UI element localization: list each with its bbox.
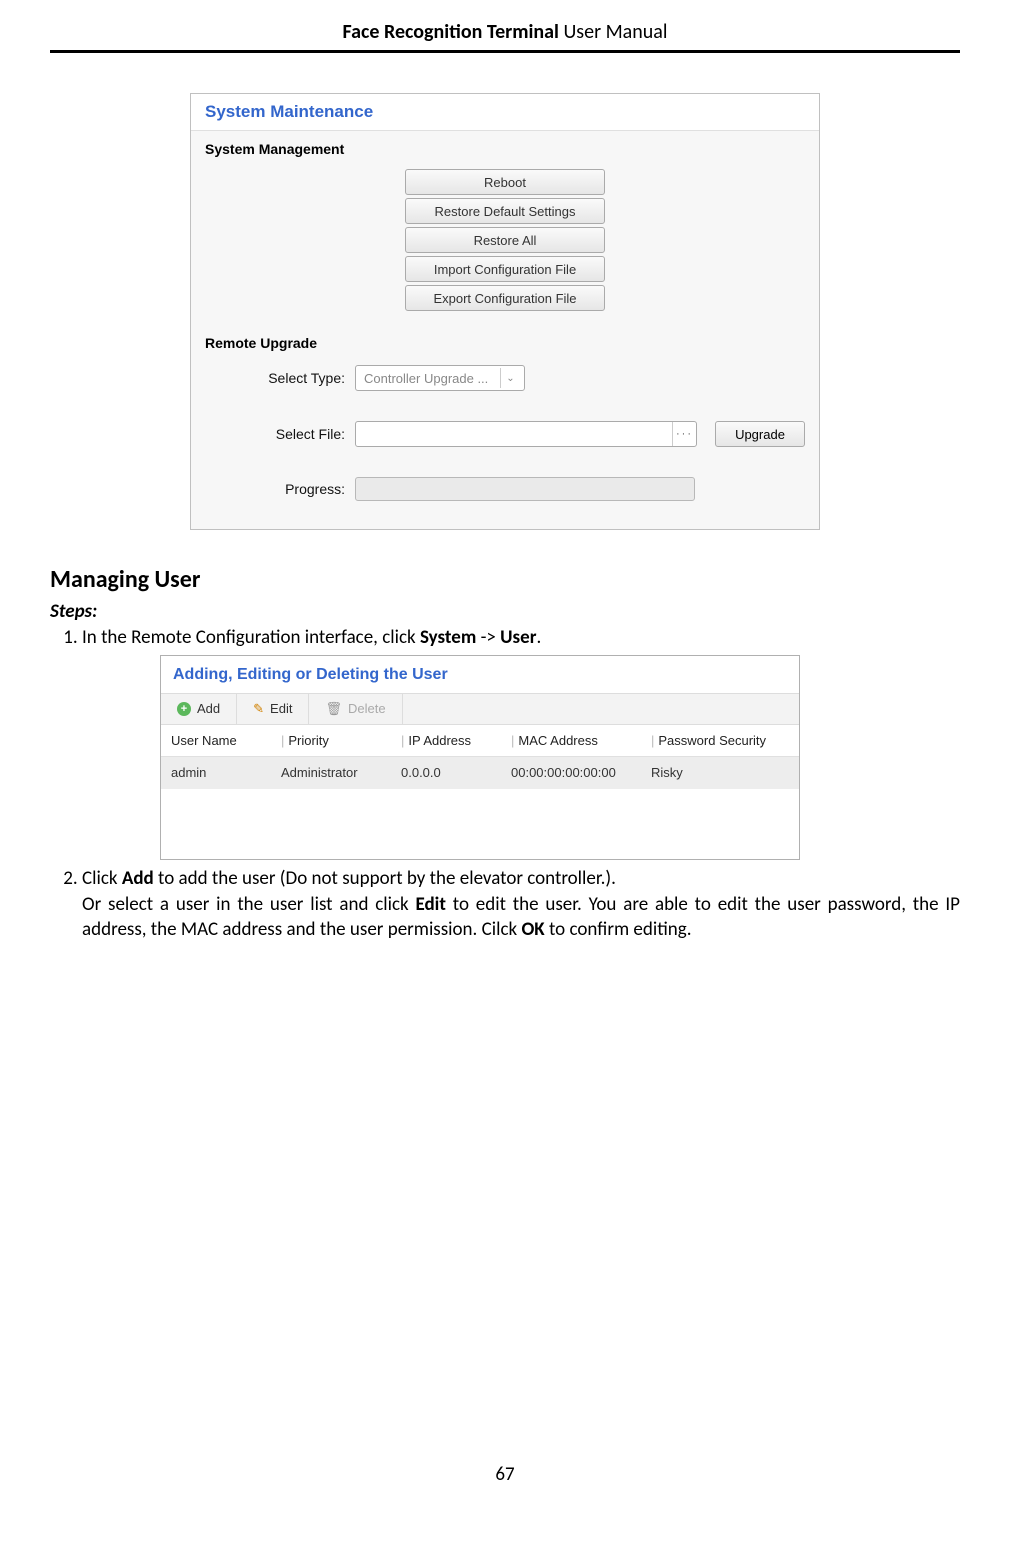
col-pwd: |Password Security [651, 732, 789, 750]
select-file-label: Select File: [205, 426, 355, 442]
system-maintenance-panel: System Maintenance System Management Reb… [190, 93, 820, 530]
step2-bold-ok: OK [521, 918, 544, 941]
step2-text-a: Click [82, 867, 122, 890]
import-config-button[interactable]: Import Configuration File [405, 256, 605, 282]
step-1: In the Remote Configuration interface, c… [82, 625, 960, 860]
edit-label: Edit [270, 700, 292, 718]
trash-icon: 🗑 [325, 700, 342, 718]
user-table-empty-area [161, 789, 799, 859]
upgrade-button[interactable]: Upgrade [715, 421, 805, 447]
page-number: 67 [50, 1463, 960, 1486]
col-priority: |Priority [281, 732, 401, 750]
col-ip: |IP Address [401, 732, 511, 750]
chevron-down-icon: ⌄ [500, 368, 520, 388]
cell-mac: 00:00:00:00:00:00 [511, 764, 651, 782]
export-config-button[interactable]: Export Configuration File [405, 285, 605, 311]
progress-label: Progress: [205, 481, 355, 497]
step2-bold-add: Add [122, 867, 154, 890]
step1-bold-user: User [500, 626, 536, 649]
remote-upgrade-area: Select Type: Controller Upgrade ... ⌄ Se… [191, 357, 819, 529]
cell-username: admin [171, 764, 281, 782]
user-panel-title: Adding, Editing or Deleting the User [161, 656, 799, 694]
section-system-management: System Management [191, 131, 819, 163]
step1-text-a: In the Remote Configuration interface, c… [82, 626, 420, 649]
cell-pwd: Risky [651, 764, 789, 782]
select-type-value: Controller Upgrade ... [364, 371, 488, 386]
user-toolbar: + Add ✎ Edit 🗑 Delete [161, 693, 799, 725]
step1-bold-system: System [420, 626, 476, 649]
step-2: Click Add to add the user (Do not suppor… [82, 866, 960, 943]
add-button[interactable]: + Add [161, 694, 237, 724]
panel-title: System Maintenance [191, 94, 819, 131]
plus-icon: + [177, 702, 191, 716]
cell-priority: Administrator [281, 764, 401, 782]
progress-bar [355, 477, 695, 501]
step2-bold-edit: Edit [416, 893, 446, 916]
cell-ip: 0.0.0.0 [401, 764, 511, 782]
add-label: Add [197, 700, 220, 718]
col-username: User Name [171, 732, 281, 750]
header-title-rest: User Manual [559, 20, 668, 44]
step1-text-e: . [536, 626, 541, 649]
step2-text-d: Or select a user in the user list and cl… [82, 893, 416, 916]
select-file-input[interactable]: ··· [355, 421, 697, 447]
delete-button[interactable]: 🗑 Delete [309, 694, 402, 724]
section-remote-upgrade: Remote Upgrade [191, 325, 819, 357]
user-table-header: User Name |Priority |IP Address |MAC Add… [161, 725, 799, 758]
restore-all-button[interactable]: Restore All [405, 227, 605, 253]
system-buttons-column: Reboot Restore Default Settings Restore … [191, 163, 819, 325]
delete-label: Delete [348, 700, 386, 718]
reboot-button[interactable]: Reboot [405, 169, 605, 195]
pencil-icon: ✎ [253, 700, 264, 718]
restore-default-button[interactable]: Restore Default Settings [405, 198, 605, 224]
edit-button[interactable]: ✎ Edit [237, 694, 309, 724]
user-management-panel: Adding, Editing or Deleting the User + A… [160, 655, 800, 860]
step2-text-h: to confirm editing. [545, 918, 692, 941]
steps-label: Steps: [50, 600, 960, 623]
page-header: Face Recognition Terminal User Manual [50, 20, 960, 53]
table-row[interactable]: admin Administrator 0.0.0.0 00:00:00:00:… [161, 757, 799, 789]
browse-icon[interactable]: ··· [672, 422, 696, 446]
col-mac: |MAC Address [511, 732, 651, 750]
header-title-bold: Face Recognition Terminal [343, 20, 559, 44]
heading-managing-user: Managing User [50, 565, 960, 594]
step2-text-c: to add the user (Do not support by the e… [154, 867, 616, 890]
steps-list: In the Remote Configuration interface, c… [50, 625, 960, 943]
step1-text-c: -> [476, 626, 500, 649]
select-type-label: Select Type: [205, 370, 355, 386]
select-type-dropdown[interactable]: Controller Upgrade ... ⌄ [355, 365, 525, 391]
